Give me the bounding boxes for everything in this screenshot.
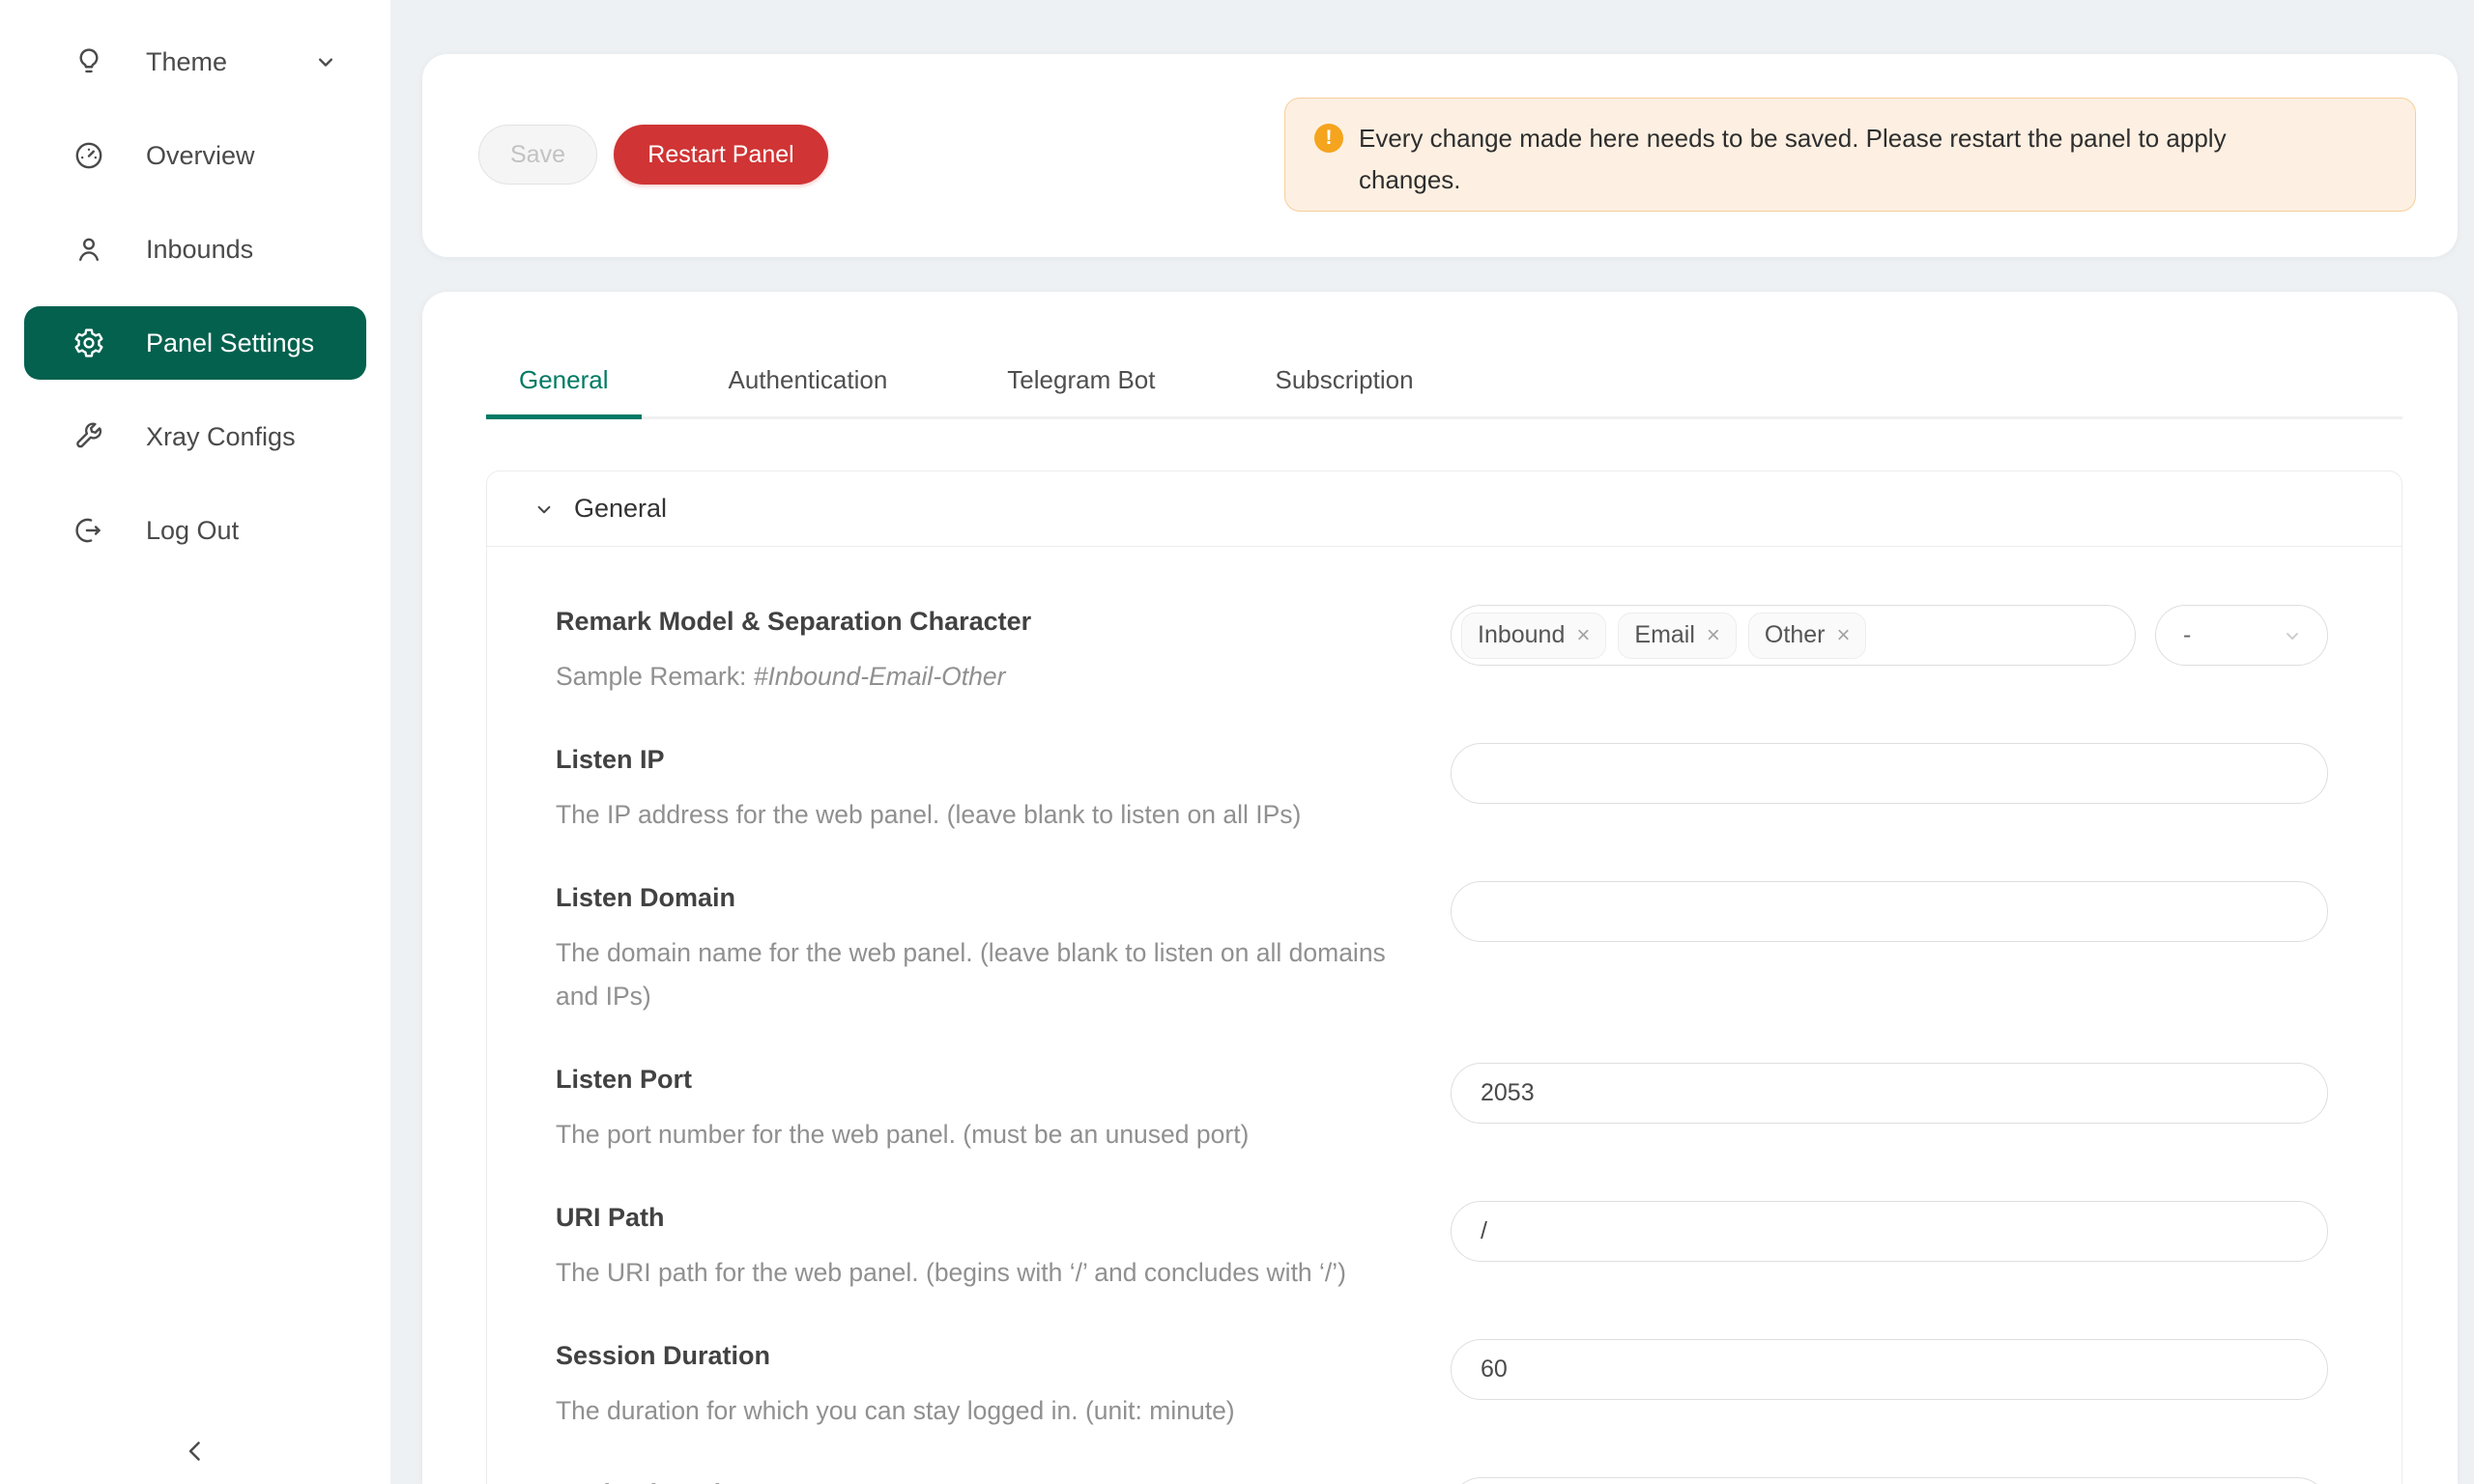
sidebar-item-label: Overview — [146, 141, 255, 171]
settings-tabs: General Authentication Telegram Bot Subs… — [486, 365, 2402, 419]
tag-other: Other× — [1748, 613, 1867, 659]
field-row-listen-port: Listen Port The port number for the web … — [556, 1063, 2328, 1156]
field-description: The duration for which you can stay logg… — [556, 1389, 1406, 1433]
general-collapse-panel: General Remark Model & Separation Charac… — [486, 471, 2402, 1484]
warning-icon: ! — [1314, 124, 1343, 153]
sidebar-item-xray-configs[interactable]: Xray Configs — [24, 400, 366, 473]
selected-separator: - — [2183, 621, 2191, 649]
sidebar-item-theme[interactable]: Theme — [24, 25, 366, 99]
gauge-icon — [72, 139, 105, 172]
chevron-down-icon — [312, 48, 339, 75]
chevron-down-icon — [532, 497, 557, 522]
remove-tag-icon[interactable]: × — [1576, 624, 1590, 647]
uri-path-input[interactable] — [1451, 1201, 2328, 1262]
tab-authentication[interactable]: Authentication — [696, 365, 921, 416]
remark-model-tags-select[interactable]: Inbound× Email× Other× — [1451, 605, 2136, 666]
settings-card: General Authentication Telegram Bot Subs… — [422, 292, 2458, 1484]
field-row-remark-model: Remark Model & Separation Character Samp… — [556, 605, 2328, 699]
field-description: The port number for the web panel. (must… — [556, 1113, 1406, 1156]
chevron-down-icon — [2281, 624, 2304, 647]
sidebar-item-overview[interactable]: Overview — [24, 119, 366, 192]
field-label: Listen IP — [556, 743, 1406, 776]
field-description: The IP address for the web panel. (leave… — [556, 793, 1406, 837]
chevron-left-icon — [179, 1435, 212, 1468]
restart-panel-button[interactable]: Restart Panel — [614, 125, 828, 185]
field-label: URI Path — [556, 1201, 1406, 1234]
remove-tag-icon[interactable]: × — [1836, 624, 1850, 647]
field-row-uri-path: URI Path The URI path for the web panel.… — [556, 1201, 2328, 1295]
general-form: Remark Model & Separation Character Samp… — [487, 547, 2402, 1484]
field-label: Listen Domain — [556, 881, 1406, 914]
field-row-listen-domain: Listen Domain The domain name for the we… — [556, 881, 2328, 1018]
field-row-session-duration: Session Duration The duration for which … — [556, 1339, 2328, 1433]
sidebar-item-label: Panel Settings — [146, 328, 314, 358]
sidebar-item-log-out[interactable]: Log Out — [24, 494, 366, 567]
field-label: Pagination Size — [556, 1477, 1406, 1484]
field-label: Listen Port — [556, 1063, 1406, 1096]
field-description: Sample Remark: #Inbound-Email-Other — [556, 655, 1406, 699]
sidebar-item-panel-settings[interactable]: Panel Settings — [24, 306, 366, 380]
sidebar-item-label: Xray Configs — [146, 422, 296, 452]
pagination-size-input[interactable] — [1451, 1477, 2328, 1484]
sidebar-item-label: Log Out — [146, 516, 239, 546]
lightbulb-icon — [72, 45, 105, 78]
section-title: General — [574, 494, 667, 524]
alert-text: Every change made here needs to be saved… — [1359, 118, 2335, 201]
field-row-pagination-size: Pagination Size — [556, 1477, 2328, 1484]
sidebar-item-label: Theme — [146, 47, 227, 77]
sidebar-item-inbounds[interactable]: Inbounds — [24, 213, 366, 286]
sidebar-item-label: Inbounds — [146, 235, 253, 265]
user-icon — [72, 233, 105, 266]
field-label: Remark Model & Separation Character — [556, 605, 1406, 638]
field-description: The domain name for the web panel. (leav… — [556, 931, 1406, 1018]
sample-remark-value: #Inbound-Email-Other — [754, 662, 1006, 691]
session-duration-input[interactable] — [1451, 1339, 2328, 1400]
logout-icon — [72, 514, 105, 547]
gear-icon — [72, 327, 105, 359]
wrench-icon — [72, 420, 105, 453]
remove-tag-icon[interactable]: × — [1707, 624, 1720, 647]
listen-ip-input[interactable] — [1451, 743, 2328, 804]
sidebar-collapse-button[interactable] — [0, 1434, 390, 1469]
field-label: Session Duration — [556, 1339, 1406, 1372]
listen-domain-input[interactable] — [1451, 881, 2328, 942]
restart-warning-alert: ! Every change made here needs to be sav… — [1284, 98, 2416, 212]
actions-toolbar: Save Restart Panel ! Every change made h… — [422, 54, 2458, 257]
tag-email: Email× — [1618, 613, 1737, 659]
separation-character-select[interactable]: - — [2155, 605, 2328, 666]
tag-inbound: Inbound× — [1461, 613, 1606, 659]
listen-port-input[interactable] — [1451, 1063, 2328, 1124]
tab-telegram-bot[interactable]: Telegram Bot — [974, 365, 1188, 416]
field-row-listen-ip: Listen IP The IP address for the web pan… — [556, 743, 2328, 837]
tab-subscription[interactable]: Subscription — [1242, 365, 1446, 416]
general-section-header[interactable]: General — [487, 471, 2402, 547]
panel-settings-page: Theme Overview Inbounds Panel Settings X… — [0, 0, 2474, 1484]
sidebar: Theme Overview Inbounds Panel Settings X… — [0, 0, 390, 1484]
save-button[interactable]: Save — [478, 125, 597, 185]
field-description: The URI path for the web panel. (begins … — [556, 1251, 1406, 1295]
tab-general[interactable]: General — [486, 365, 642, 416]
